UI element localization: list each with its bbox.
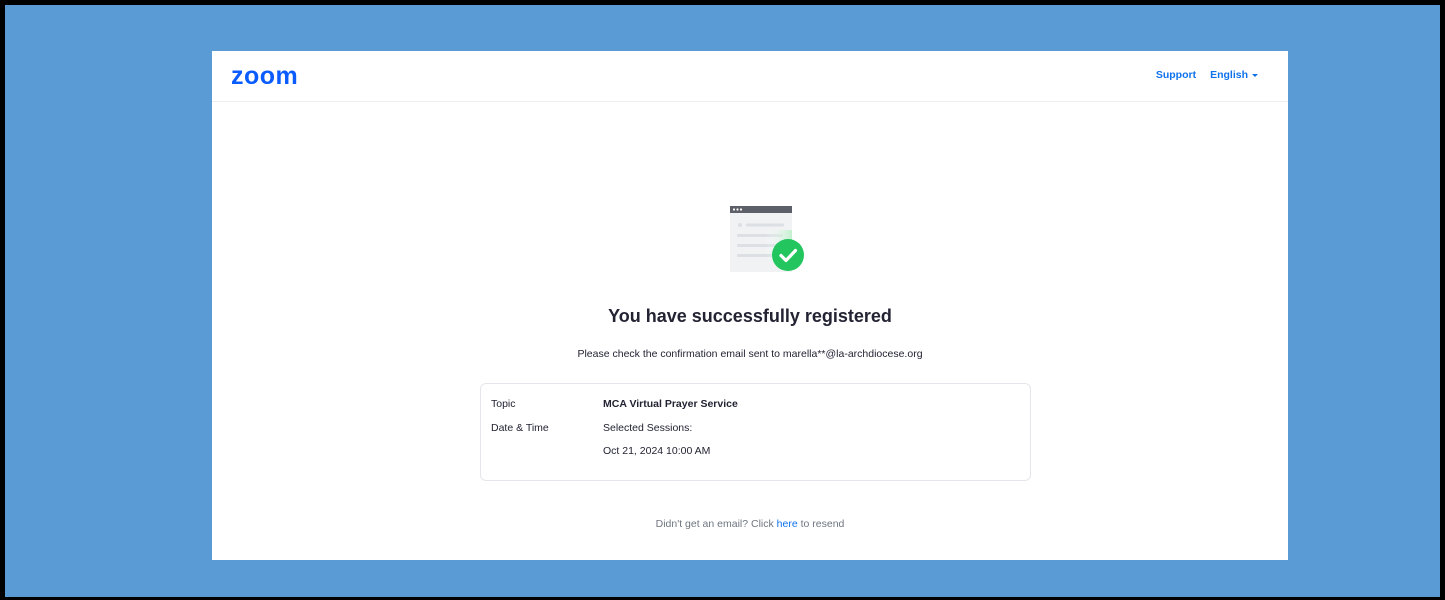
resend-prefix: Didn't get an email? Click bbox=[655, 518, 774, 530]
topic-value: MCA Virtual Prayer Service bbox=[603, 398, 738, 410]
session-value: Oct 21, 2024 10:00 AM bbox=[603, 445, 711, 457]
registration-details-card: Topic MCA Virtual Prayer Service Date & T… bbox=[480, 383, 1031, 481]
zoom-logo[interactable]: zoom bbox=[231, 64, 298, 89]
language-selector[interactable]: English bbox=[1210, 69, 1258, 81]
outer-frame: zoom Support English You have successful… bbox=[5, 5, 1440, 597]
registration-page: zoom Support English You have successful… bbox=[212, 51, 1288, 560]
browser-window-check-icon bbox=[725, 200, 805, 272]
confirmation-message: Please check the confirmation email sent… bbox=[577, 348, 923, 360]
caret-down-icon bbox=[1252, 74, 1258, 77]
resend-suffix: to resend bbox=[800, 518, 845, 530]
top-header: zoom Support English bbox=[212, 51, 1288, 102]
language-label[interactable]: English bbox=[1210, 69, 1248, 81]
resend-email-text: Didn't get an email? Click here to resen… bbox=[212, 518, 1288, 530]
page-title: You have successfully registered bbox=[608, 306, 892, 326]
datetime-row: Date & Time Selected Sessions: bbox=[491, 422, 692, 434]
header-nav: Support English bbox=[1156, 69, 1258, 81]
selected-sessions-label: Selected Sessions: bbox=[603, 422, 693, 434]
session-row: Oct 21, 2024 10:00 AM bbox=[603, 445, 710, 457]
datetime-label: Date & Time bbox=[491, 422, 549, 434]
topic-label: Topic bbox=[491, 398, 516, 410]
topic-row: Topic MCA Virtual Prayer Service bbox=[491, 398, 738, 410]
support-link[interactable]: Support bbox=[1156, 69, 1196, 81]
resend-link[interactable]: here bbox=[777, 518, 798, 530]
